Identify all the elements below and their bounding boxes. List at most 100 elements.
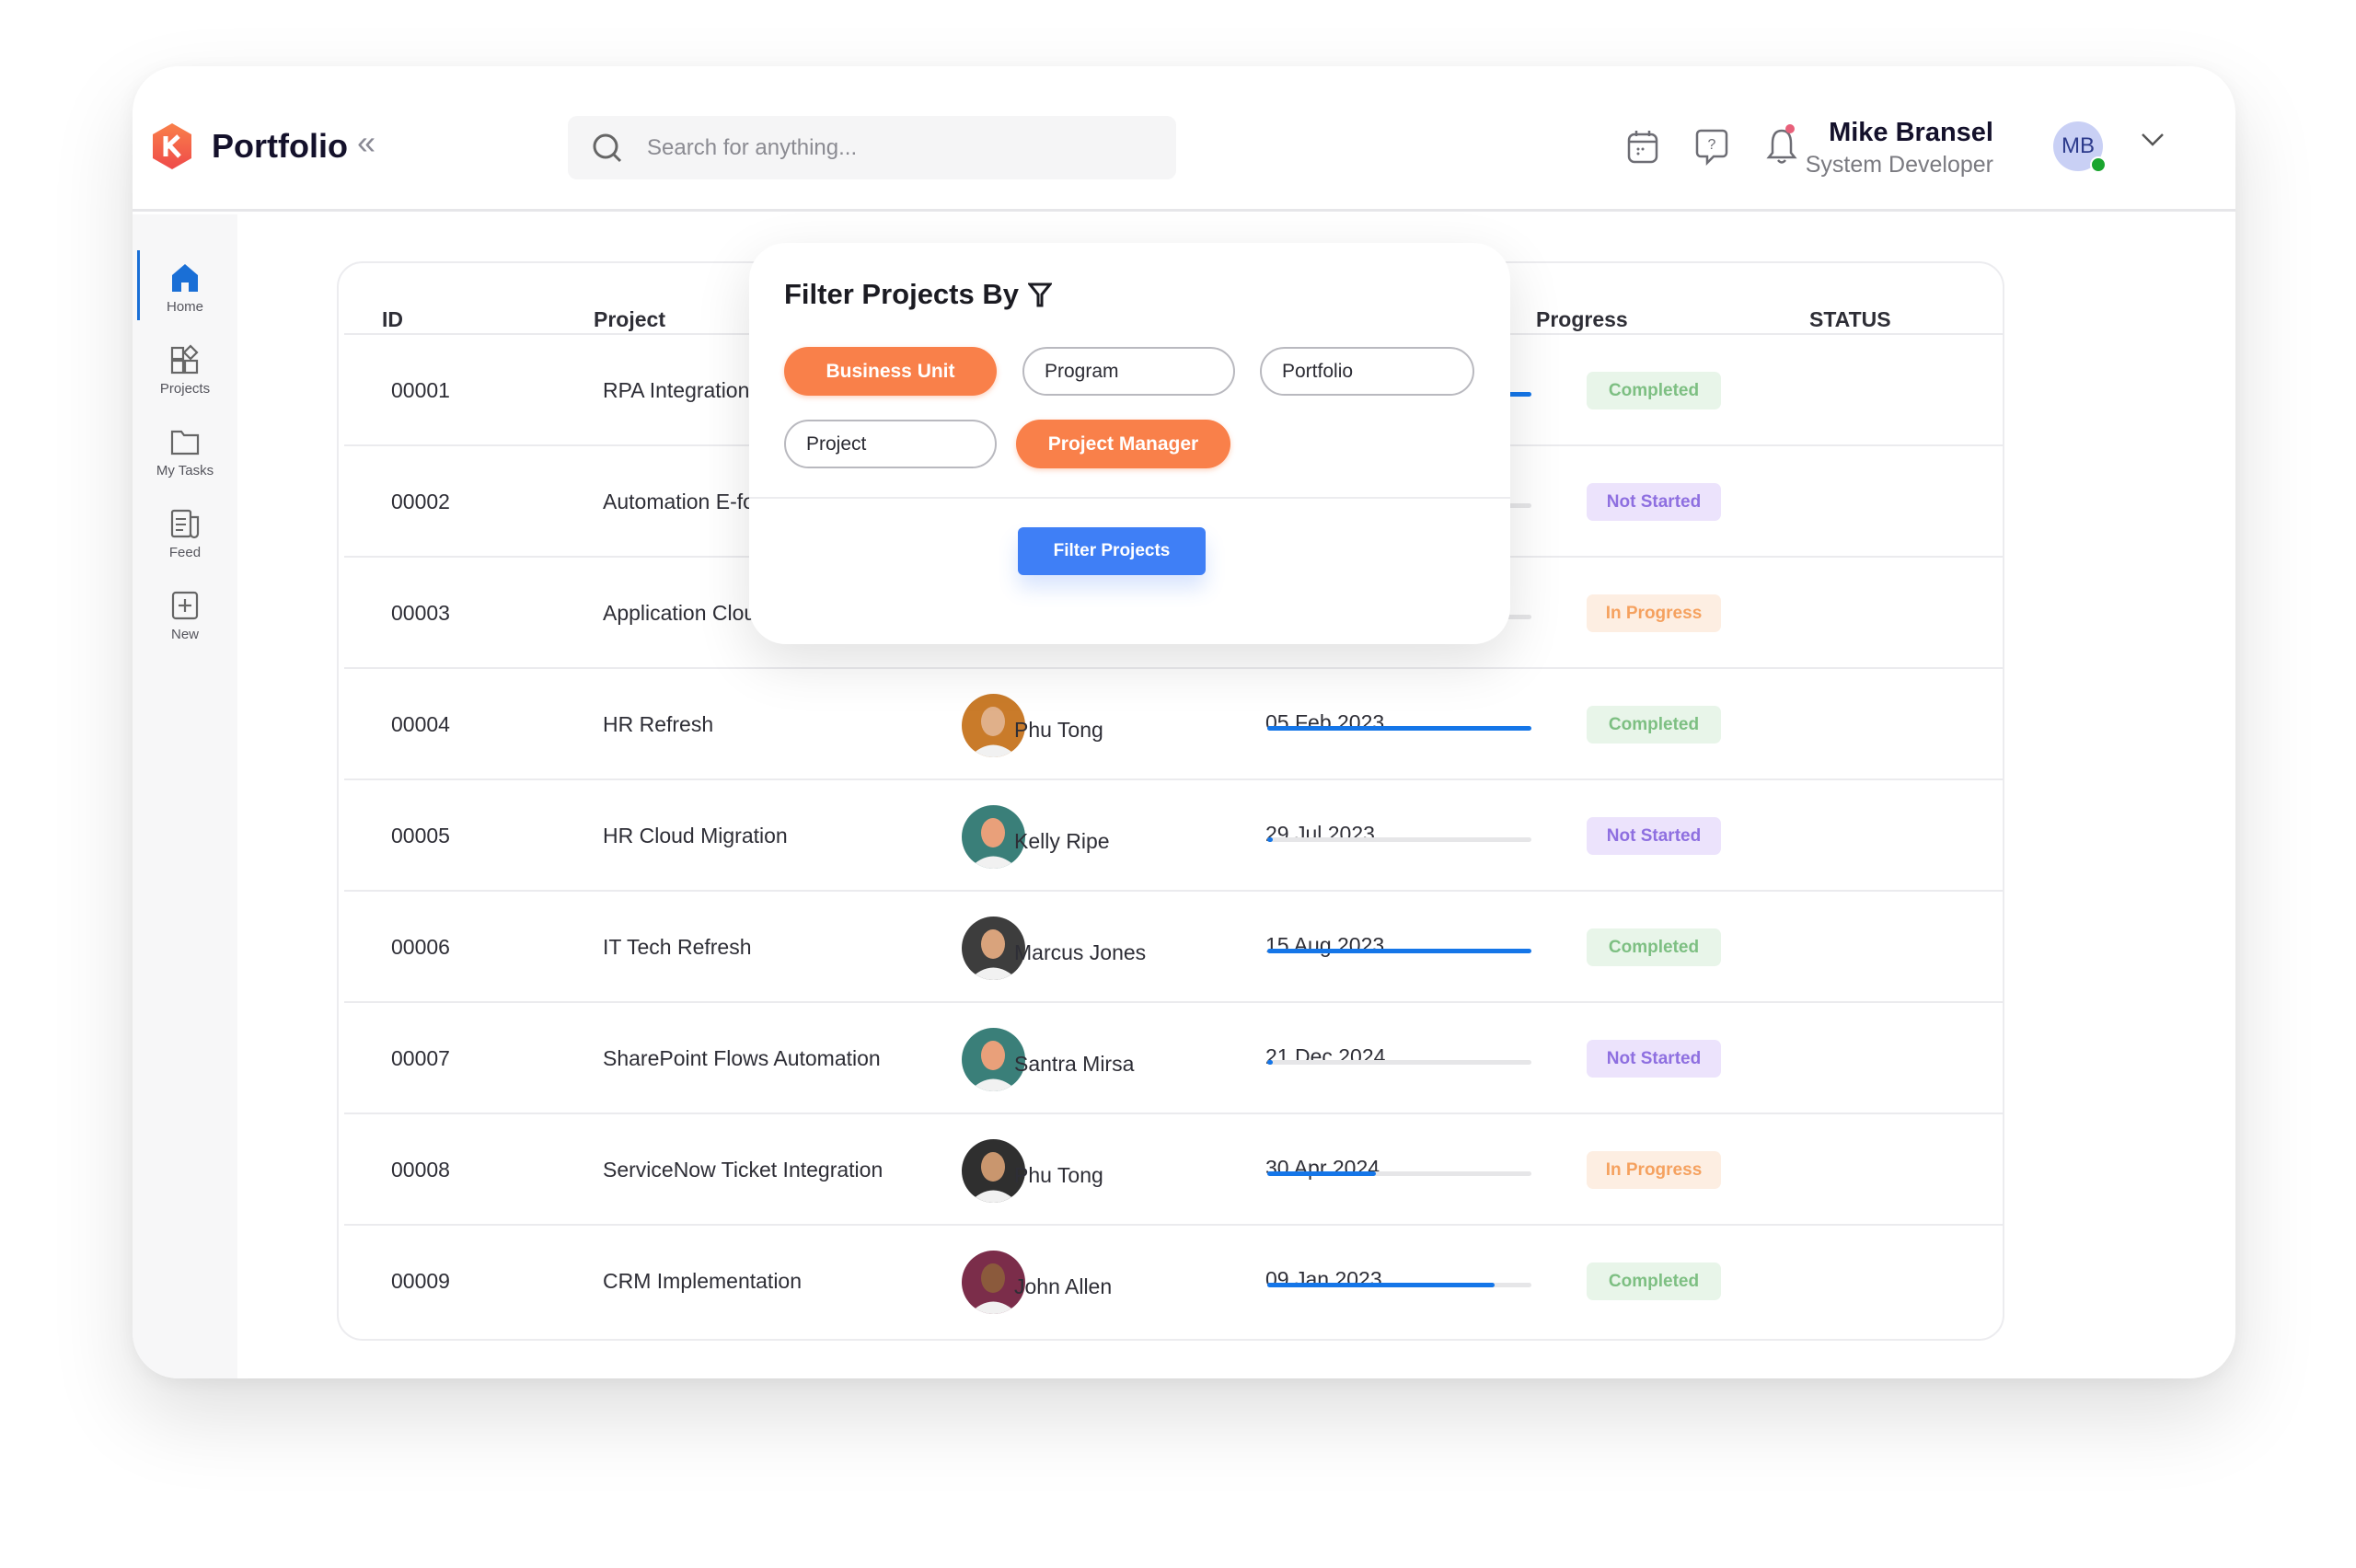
cell-manager: Phu Tong	[1014, 718, 1103, 742]
chevron-down-icon[interactable]	[2141, 133, 2165, 147]
table-row[interactable]: 00008 ServiceNow Ticket Integration Phu …	[344, 1113, 2003, 1224]
sidebar-item-home[interactable]: Home	[133, 262, 237, 315]
progress-bar	[1267, 837, 1531, 842]
brand-title: Portfolio	[212, 127, 348, 165]
cell-date: 05 Feb 2023	[1265, 710, 1385, 734]
filter-option-portfolio[interactable]: Portfolio	[1260, 347, 1474, 396]
calendar-icon[interactable]	[1627, 129, 1658, 164]
user-info: Mike Bransel System Developer	[1806, 118, 1993, 179]
top-bar: Portfolio « ? Mike Bransel System Develo…	[133, 66, 2235, 212]
sidebar-label: My Tasks	[156, 463, 214, 478]
table-row[interactable]: 00006 IT Tech Refresh Marcus Jones 15 Au…	[344, 890, 2003, 1001]
home-icon	[172, 264, 198, 292]
status-badge: In Progress	[1587, 1151, 1721, 1189]
cell-date: 21 Dec 2024	[1265, 1044, 1386, 1068]
user-avatar[interactable]: MB	[2053, 121, 2107, 173]
progress-fill	[1267, 1283, 1495, 1287]
divider	[749, 497, 1510, 499]
app-window: Portfolio « ? Mike Bransel System Develo…	[133, 66, 2235, 1378]
status-badge: In Progress	[1587, 594, 1721, 632]
cell-project[interactable]: RPA Integration	[603, 378, 749, 403]
header-progress[interactable]: Progress	[1536, 307, 1628, 332]
sidebar-label: New	[170, 627, 199, 642]
sidebar-item-new[interactable]: New	[133, 590, 237, 642]
progress-bar	[1267, 949, 1531, 953]
table-row[interactable]: 00004 HR Refresh Phu Tong 05 Feb 2023 Co…	[344, 667, 2003, 778]
progress-bar	[1267, 1283, 1531, 1287]
filter-projects-button[interactable]: Filter Projects	[1018, 527, 1206, 575]
projects-icon	[170, 344, 199, 375]
cell-manager: Phu Tong	[1014, 1163, 1103, 1187]
header-project[interactable]: Project	[594, 307, 665, 332]
filter-option-business-unit[interactable]: Business Unit	[784, 347, 997, 396]
cell-manager: John Allen	[1014, 1274, 1113, 1298]
cell-manager: Santra Mirsa	[1014, 1052, 1135, 1076]
header-id[interactable]: ID	[382, 307, 403, 332]
progress-bar	[1267, 1171, 1531, 1176]
feed-icon	[170, 509, 200, 539]
cell-date: 30 Apr 2024	[1265, 1156, 1380, 1180]
sidebar-item-feed[interactable]: Feed	[133, 508, 237, 560]
filter-title-text: Filter Projects By	[784, 278, 1019, 310]
cell-id: 00006	[391, 935, 450, 959]
progress-fill	[1267, 726, 1531, 731]
progress-bar	[1267, 726, 1531, 731]
cell-id: 00004	[391, 712, 450, 736]
progress-bar	[1267, 1060, 1531, 1065]
cell-project[interactable]: Application Clou	[603, 601, 756, 626]
user-name: Mike Bransel	[1829, 118, 1993, 147]
cell-id: 00007	[391, 1046, 450, 1070]
notification-bell-icon[interactable]	[1765, 123, 1798, 166]
search-icon	[593, 133, 622, 163]
status-badge: Completed	[1587, 1262, 1721, 1300]
filter-option-program[interactable]: Program	[1022, 347, 1235, 396]
sidebar-item-projects[interactable]: Projects	[133, 344, 237, 397]
search-input[interactable]	[647, 116, 1144, 179]
progress-fill	[1267, 837, 1273, 842]
status-badge: Not Started	[1587, 1040, 1721, 1078]
user-role: System Developer	[1805, 152, 1993, 178]
cell-id: 00001	[391, 378, 450, 402]
cell-project[interactable]: Automation E-fo	[603, 490, 755, 514]
sidebar-label: Feed	[168, 545, 202, 560]
avatar-initials: MB	[2062, 133, 2095, 158]
table-row[interactable]: 00007 SharePoint Flows Automation Santra…	[344, 1001, 2003, 1113]
search-bar[interactable]	[568, 116, 1176, 179]
folder-icon	[170, 430, 200, 455]
cell-project[interactable]: ServiceNow Ticket Integration	[603, 1158, 883, 1182]
progress-fill	[1267, 949, 1531, 953]
status-badge: Not Started	[1587, 817, 1721, 855]
cell-id: 00008	[391, 1158, 450, 1182]
cell-id: 00009	[391, 1269, 450, 1293]
plus-square-icon	[171, 591, 199, 620]
filter-icon	[1027, 282, 1052, 307]
cell-date: 29 Jul 2023	[1265, 822, 1375, 846]
sidebar-item-my-tasks[interactable]: My Tasks	[133, 426, 237, 478]
filter-option-project-manager[interactable]: Project Manager	[1016, 420, 1230, 468]
cell-project[interactable]: CRM Implementation	[603, 1269, 802, 1294]
header-status[interactable]: STATUS	[1809, 307, 1891, 332]
online-status-icon	[2090, 156, 2107, 173]
cell-id: 00003	[391, 601, 450, 625]
table-row[interactable]: 00005 HR Cloud Migration Kelly Ripe 29 J…	[344, 778, 2003, 890]
cell-date: 09 Jan 2023	[1265, 1267, 1382, 1291]
cell-project[interactable]: HR Refresh	[603, 712, 713, 737]
cell-date: 15 Aug 2023	[1265, 933, 1385, 957]
cell-project[interactable]: SharePoint Flows Automation	[603, 1046, 881, 1071]
status-badge: Completed	[1587, 928, 1721, 966]
collapse-sidebar-icon[interactable]: «	[357, 123, 375, 162]
cell-manager: Marcus Jones	[1014, 940, 1147, 964]
progress-fill	[1267, 1060, 1273, 1065]
cell-project[interactable]: IT Tech Refresh	[603, 935, 752, 960]
help-chat-icon[interactable]: ?	[1695, 129, 1728, 166]
progress-fill	[1267, 1171, 1376, 1176]
filter-title: Filter Projects By	[784, 278, 1052, 311]
status-badge: Completed	[1587, 706, 1721, 744]
table-row[interactable]: 00009 CRM Implementation John Allen 09 J…	[344, 1224, 2003, 1335]
status-badge: Not Started	[1587, 483, 1721, 521]
cell-manager: Kelly Ripe	[1014, 829, 1110, 853]
sidebar: Home Projects My Tasks Feed New	[133, 214, 237, 1378]
filter-option-project[interactable]: Project	[784, 420, 997, 468]
sidebar-label: Projects	[159, 381, 211, 397]
cell-project[interactable]: HR Cloud Migration	[603, 824, 788, 848]
